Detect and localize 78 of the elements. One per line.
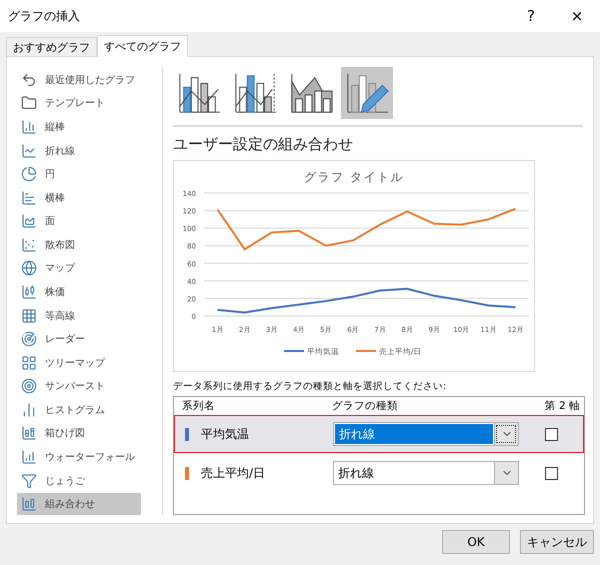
chart-type-dropdown[interactable]: 折れ線 bbox=[333, 461, 519, 485]
sidebar-item-label: ウォーターフォール bbox=[45, 451, 135, 464]
undo-icon bbox=[21, 72, 37, 88]
section-heading: ユーザー設定の組み合わせ bbox=[173, 135, 354, 154]
series-name: 売上平均/日 bbox=[201, 464, 266, 482]
folder-icon bbox=[21, 95, 37, 112]
sidebar-item-label: マップ bbox=[45, 262, 75, 276]
sidebar-item[interactable]: マップ bbox=[17, 258, 141, 280]
instruction-text: データ系列に使用するグラフの種類と軸を選択してください: bbox=[173, 380, 448, 393]
sidebar-item-label: テンプレート bbox=[45, 96, 105, 110]
sidebar-item[interactable]: 散布図 bbox=[17, 234, 141, 256]
sidebar-item-label: 面 bbox=[45, 215, 55, 228]
funnel-icon bbox=[21, 472, 37, 489]
sidebar-item[interactable]: ツリーマップ bbox=[17, 352, 141, 374]
sidebar-item-label: じょうご bbox=[45, 474, 85, 488]
column-header: 系列名 bbox=[181, 399, 216, 413]
combo-chart-icon bbox=[21, 496, 37, 512]
sidebar-item[interactable]: 横棒 bbox=[17, 186, 141, 208]
sidebar-item-label: 箱ひげ図 bbox=[45, 427, 85, 440]
window-title: グラフの挿入 bbox=[8, 8, 81, 24]
column-chart-icon bbox=[21, 118, 37, 135]
sidebar-item[interactable]: 円 bbox=[17, 163, 141, 185]
sidebar-item[interactable]: じょうご bbox=[17, 470, 141, 492]
sidebar-item[interactable]: サンバースト bbox=[17, 376, 141, 398]
histogram-icon bbox=[21, 402, 37, 418]
sidebar-item[interactable]: 等高線 bbox=[17, 304, 141, 326]
sidebar-item-label: 横棒 bbox=[45, 192, 65, 205]
cancel-button[interactable]: キャンセル bbox=[520, 530, 594, 554]
line-chart-icon bbox=[21, 142, 37, 159]
bar-chart-icon bbox=[21, 190, 37, 206]
sidebar-item[interactable]: 折れ線 bbox=[17, 140, 141, 162]
sidebar-item[interactable]: 面 bbox=[17, 210, 141, 232]
chart-subtype-button[interactable] bbox=[341, 67, 393, 119]
sidebar-item[interactable]: テンプレート bbox=[17, 92, 141, 114]
globe-icon bbox=[21, 260, 37, 276]
sidebar-item-label: 最近使用したグラフ bbox=[45, 74, 135, 87]
stock-chart-icon bbox=[21, 284, 37, 300]
sidebar-item-label: ヒストグラム bbox=[45, 404, 105, 417]
sidebar-item-label: 組み合わせ bbox=[45, 498, 95, 512]
sidebar-item-label: 散布図 bbox=[45, 238, 75, 252]
ok-button[interactable]: OK bbox=[442, 530, 510, 554]
sidebar-item-label: 折れ線 bbox=[45, 144, 75, 158]
sidebar-item[interactable]: 箱ひげ図 bbox=[17, 422, 141, 444]
area-chart-icon bbox=[21, 213, 37, 230]
column-header: グラフの種類 bbox=[331, 399, 399, 413]
sidebar-item-label: 等高線 bbox=[45, 310, 75, 323]
series-row[interactable]: 平均気温 折れ線 bbox=[174, 415, 584, 453]
sidebar-item-label: サンバースト bbox=[45, 380, 105, 394]
tab[interactable]: おすすめグラフ bbox=[6, 37, 97, 56]
tab[interactable]: すべてのグラフ bbox=[97, 35, 188, 57]
sidebar-item[interactable]: 株価 bbox=[17, 281, 141, 303]
pie-chart-icon bbox=[21, 166, 37, 182]
treemap-icon bbox=[21, 354, 37, 371]
sidebar-item[interactable]: ヒストグラム bbox=[17, 399, 141, 421]
sidebar-item-label: 縦棒 bbox=[45, 120, 65, 134]
sidebar-item-label: レーダー bbox=[45, 333, 85, 346]
help-button[interactable]: ? bbox=[508, 0, 554, 32]
radar-icon bbox=[21, 331, 37, 348]
secondary-axis-checkbox[interactable] bbox=[544, 466, 558, 480]
sidebar-item[interactable]: 縦棒 bbox=[17, 116, 141, 138]
series-name: 平均気温 bbox=[201, 426, 249, 442]
grid-icon bbox=[21, 308, 37, 324]
close-button[interactable]: × bbox=[554, 0, 600, 32]
column-chart-icon bbox=[21, 449, 37, 466]
column-header: 第 2 軸 bbox=[544, 399, 581, 413]
sidebar-item[interactable]: レーダー bbox=[17, 328, 141, 350]
sidebar-item[interactable]: 最近使用したグラフ bbox=[17, 69, 141, 91]
stacked-column-icon bbox=[21, 425, 37, 442]
chart-title: グラフ タイトル bbox=[304, 170, 404, 184]
sidebar-item-label: ツリーマップ bbox=[45, 356, 105, 370]
scatter-chart-icon bbox=[21, 236, 37, 253]
sidebar-item[interactable]: 組み合わせ bbox=[17, 493, 141, 515]
secondary-axis-checkbox[interactable] bbox=[544, 428, 558, 440]
target-icon bbox=[21, 378, 37, 394]
sidebar-item[interactable]: ウォーターフォール bbox=[17, 446, 141, 468]
sidebar-item-label: 円 bbox=[45, 168, 55, 182]
sidebar-item-label: 株価 bbox=[45, 286, 65, 299]
chart-type-dropdown[interactable]: 折れ線 bbox=[333, 422, 519, 446]
